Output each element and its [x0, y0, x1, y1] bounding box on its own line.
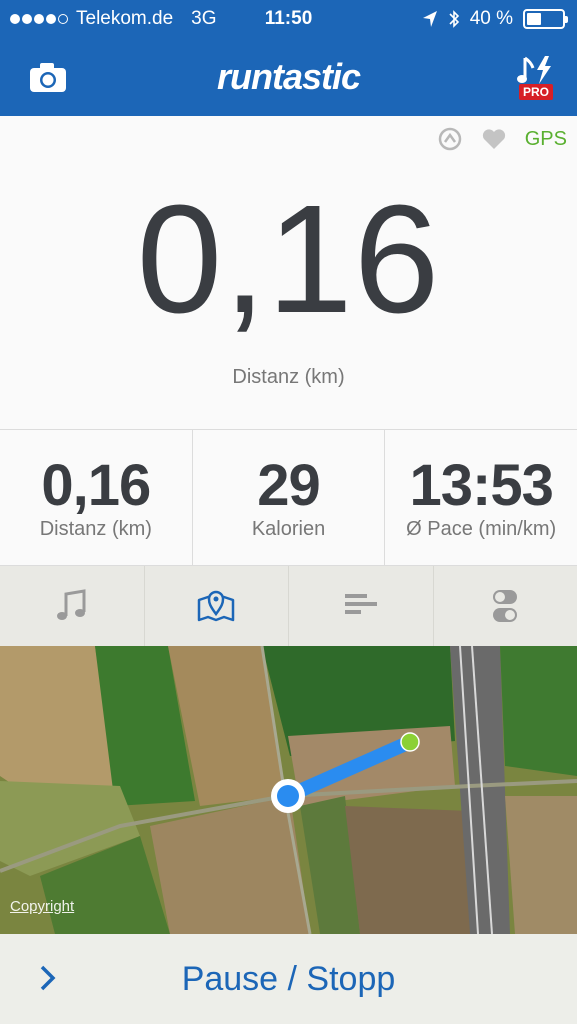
stat-value: 13:53	[409, 453, 554, 518]
pro-badge: PRO	[519, 84, 554, 100]
stat-calories[interactable]: 29 Kalorien	[193, 430, 386, 565]
app-header: runtastic PRO	[0, 40, 577, 116]
bars-icon	[344, 594, 377, 614]
music-pro-icon	[517, 56, 551, 84]
pause-stop-bar[interactable]: Pause / Stopp	[0, 934, 577, 1024]
route-map[interactable]: Copyright	[0, 646, 577, 934]
start-point-marker	[400, 732, 420, 752]
stat-distance[interactable]: 0,16 Distanz (km)	[0, 430, 193, 565]
stat-value: 0,16	[41, 453, 151, 518]
app-logo: runtastic	[216, 56, 361, 97]
tab-stats[interactable]	[289, 566, 434, 646]
heart-icon[interactable]	[481, 127, 507, 151]
route-icon[interactable]	[437, 126, 463, 152]
stat-label: Ø Pace (min/km)	[406, 518, 557, 540]
stats-row: 0,16 Distanz (km) 29 Kalorien 13:53 Ø Pa…	[0, 430, 577, 566]
route-track	[271, 732, 420, 813]
distance-value: 0,16	[136, 173, 441, 345]
map-copyright-link[interactable]: Copyright	[10, 898, 74, 915]
distance-label: Distanz (km)	[232, 366, 345, 388]
tab-bar	[0, 566, 577, 646]
location-arrow-icon	[422, 11, 437, 27]
map-icon	[198, 590, 235, 622]
pause-stop-button[interactable]: Pause / Stopp	[0, 960, 577, 999]
status-bar: Telekom.de 3G 11:50 40 %	[0, 0, 577, 40]
status-right: 40 %	[422, 8, 568, 30]
toggle-icon	[493, 590, 518, 622]
music-pro-button[interactable]: PRO	[515, 54, 559, 104]
tab-music[interactable]	[0, 566, 145, 646]
tab-settings[interactable]	[434, 566, 577, 646]
stat-value: 29	[257, 453, 321, 518]
stat-pace[interactable]: 13:53 Ø Pace (min/km)	[385, 430, 577, 565]
gps-indicator: GPS	[524, 127, 567, 150]
status-icons: GPS	[437, 126, 567, 152]
bluetooth-icon	[449, 10, 459, 28]
stat-label: Kalorien	[251, 518, 326, 540]
main-distance-panel: GPS 0,16 Distanz (km)	[0, 116, 577, 430]
battery-percent: 40 %	[469, 8, 513, 29]
tab-map[interactable]	[145, 566, 289, 646]
battery-icon	[523, 9, 568, 29]
music-note-icon	[56, 589, 86, 620]
stat-label: Distanz (km)	[39, 518, 152, 540]
